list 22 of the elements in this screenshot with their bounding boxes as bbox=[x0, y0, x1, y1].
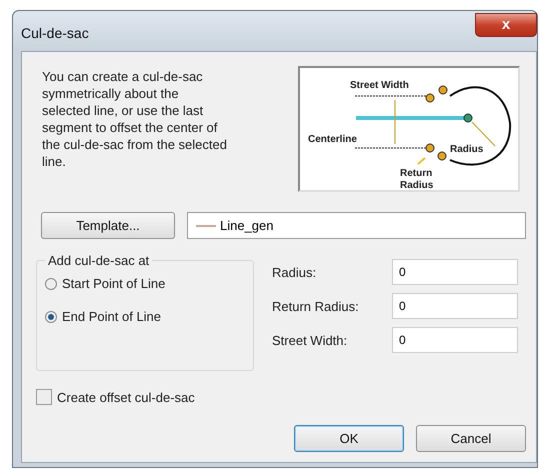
diagram-label: Centerline bbox=[308, 134, 357, 146]
diagram-label: Radius bbox=[450, 144, 484, 156]
number-field[interactable]: 0 bbox=[392, 259, 518, 285]
offset-checkbox[interactable]: Create offset cul-de-sac bbox=[36, 389, 526, 405]
number-field[interactable]: 0 bbox=[392, 293, 518, 319]
field-label: Radius: bbox=[272, 264, 318, 280]
number-field[interactable]: 0 bbox=[392, 327, 518, 353]
close-button[interactable]: x bbox=[475, 13, 537, 37]
field-label: Return Radius: bbox=[272, 298, 360, 314]
line-symbol-icon bbox=[196, 224, 216, 228]
diagram-label: Street Width bbox=[350, 80, 409, 92]
group-title: Add cul-de-sac at bbox=[47, 253, 150, 268]
ok-button[interactable]: OK bbox=[294, 425, 404, 452]
radio-option[interactable]: Start Point of Line bbox=[45, 276, 245, 291]
template-name: Line_gen bbox=[220, 218, 274, 233]
cancel-button[interactable]: Cancel bbox=[416, 425, 526, 452]
description-text: You can create a cul-de-sac symmetrically about the selected line, or use the last segment to offset the center of the cul-de-sac from the selected line. bbox=[42, 68, 228, 171]
diagram-label: Return Radius bbox=[400, 168, 434, 192]
radio-option[interactable]: End Point of Line bbox=[45, 309, 245, 324]
window-title: Cul-de-sac bbox=[21, 25, 89, 41]
template-button[interactable]: Template... bbox=[41, 212, 175, 239]
field-label: Street Width: bbox=[272, 332, 348, 348]
